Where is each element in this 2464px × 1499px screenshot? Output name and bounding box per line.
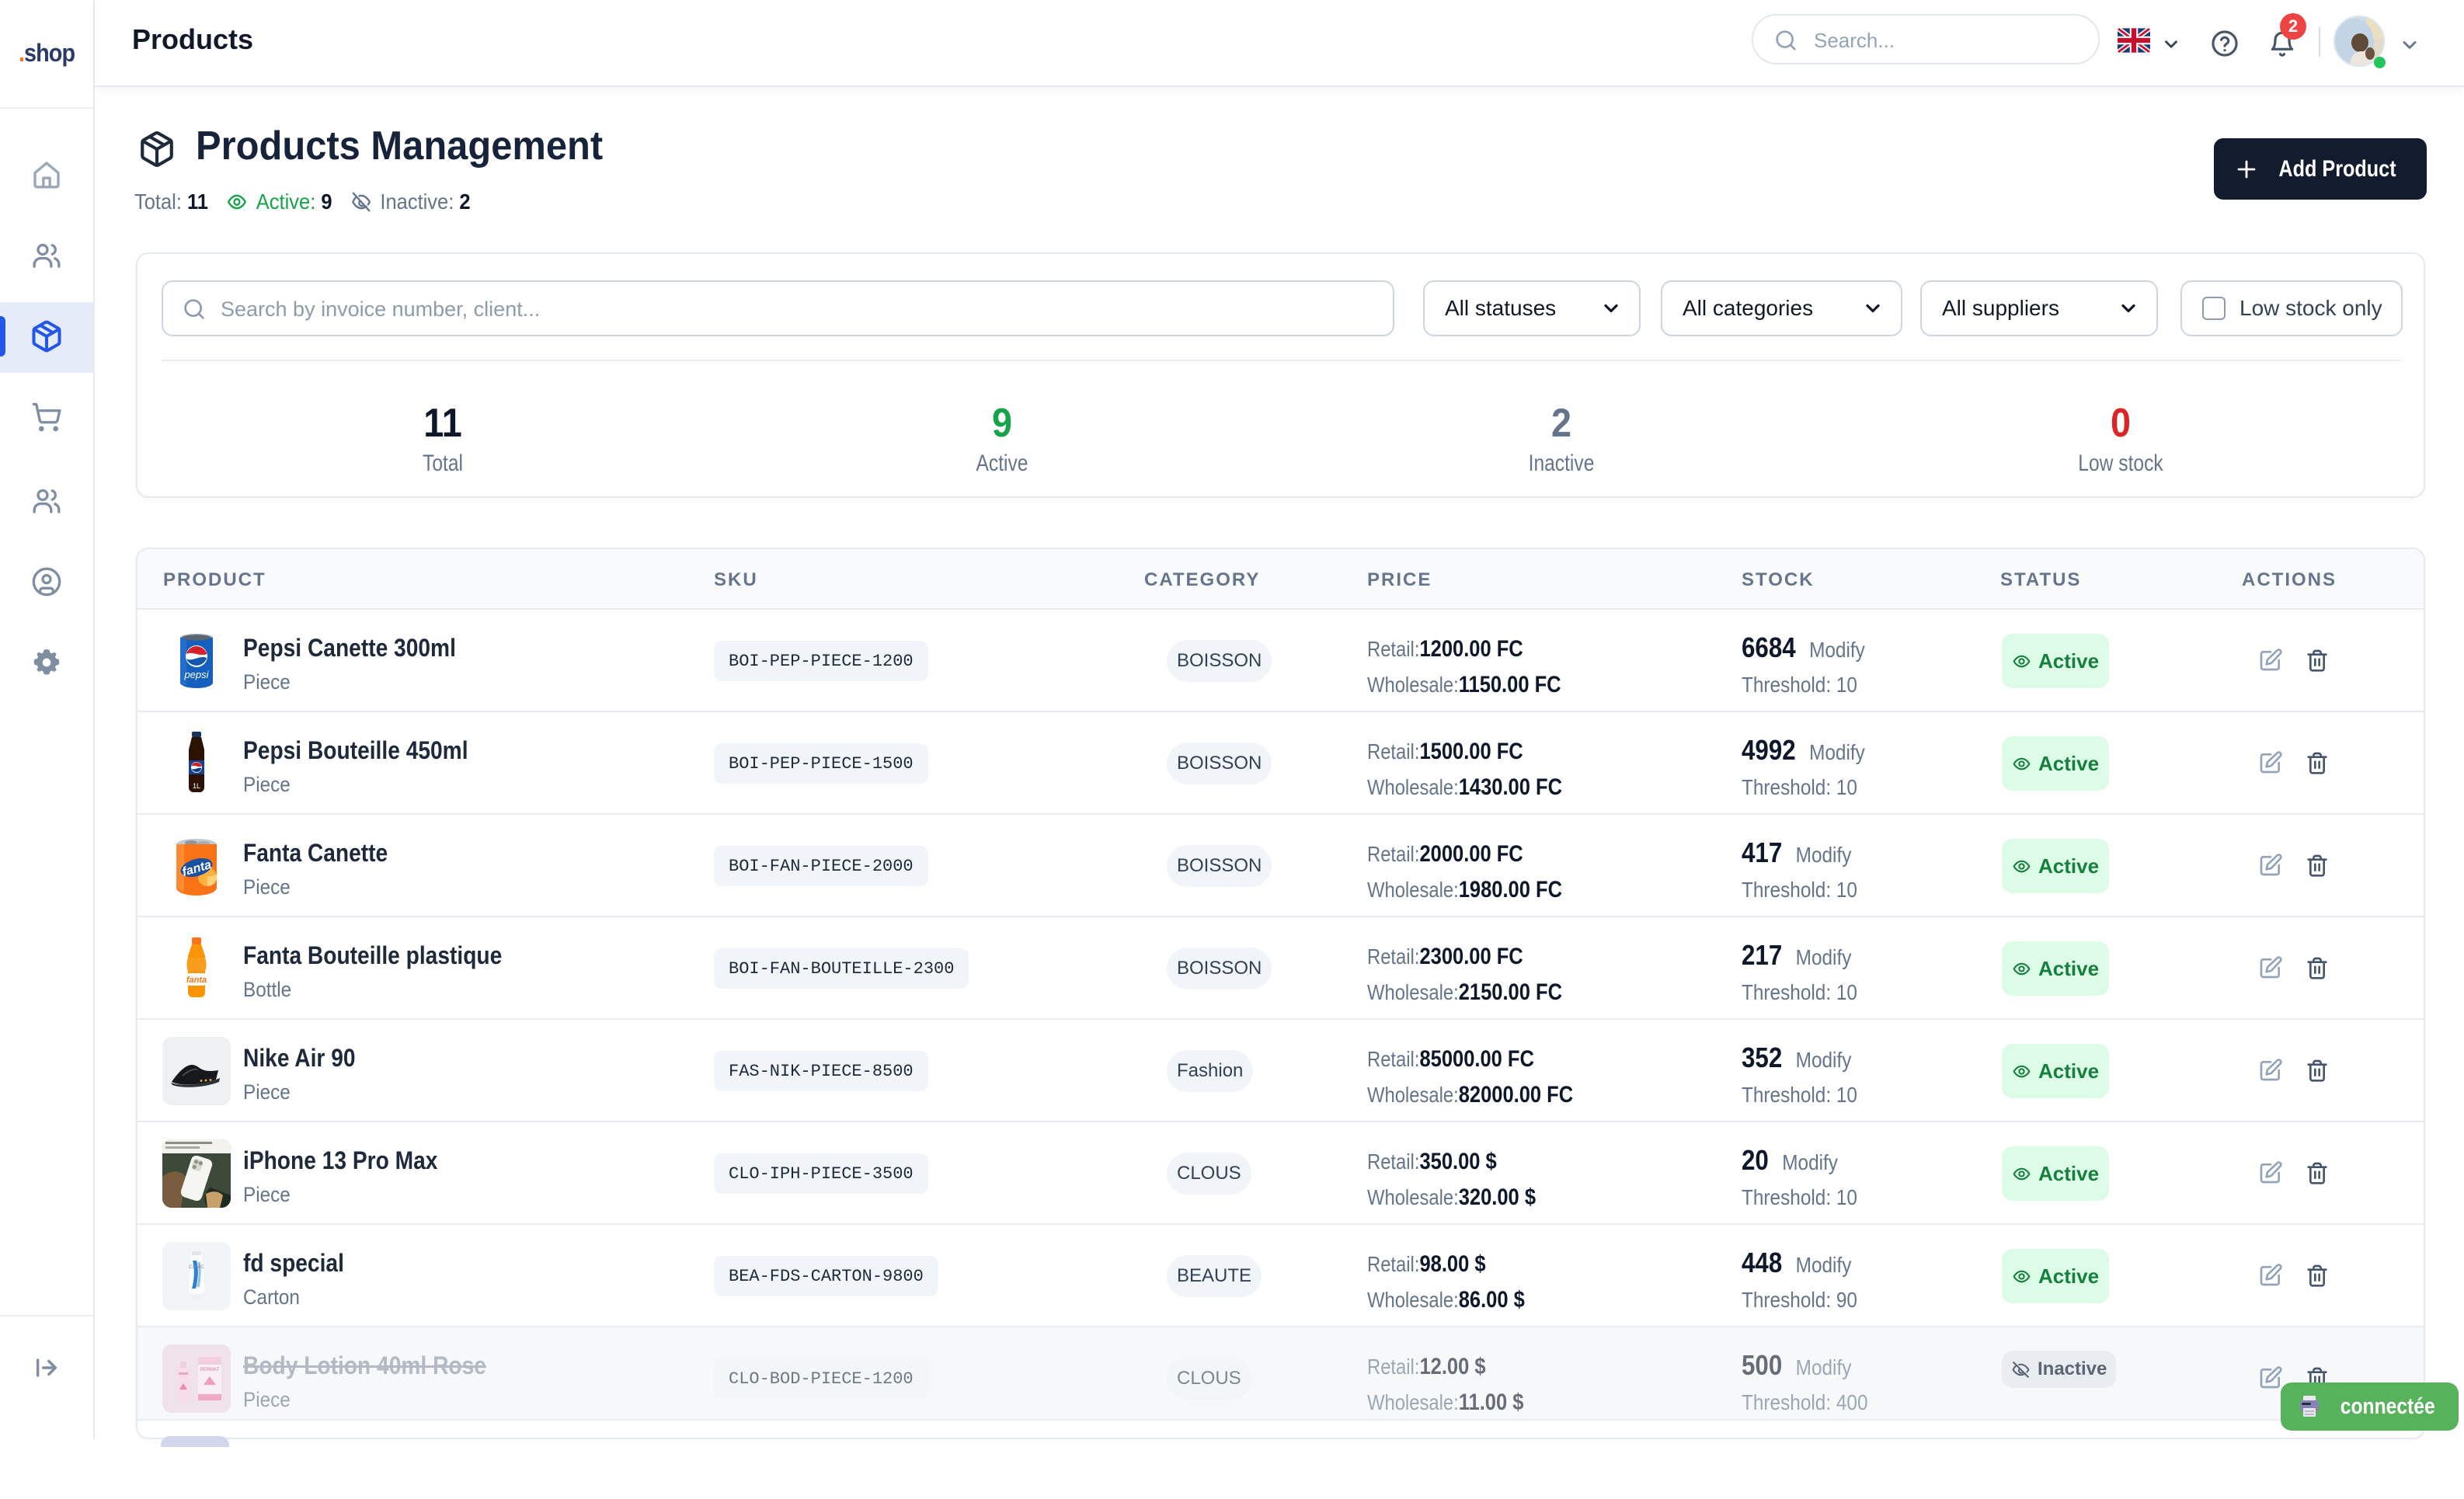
svg-text:pepsi: pepsi (183, 669, 209, 680)
svg-text:PERMAT: PERMAT (200, 1368, 220, 1372)
svg-text:1L: 1L (193, 782, 200, 790)
svg-text:fanta: fanta (186, 976, 207, 985)
svg-text:CLINIC: CLINIC (189, 1265, 204, 1270)
